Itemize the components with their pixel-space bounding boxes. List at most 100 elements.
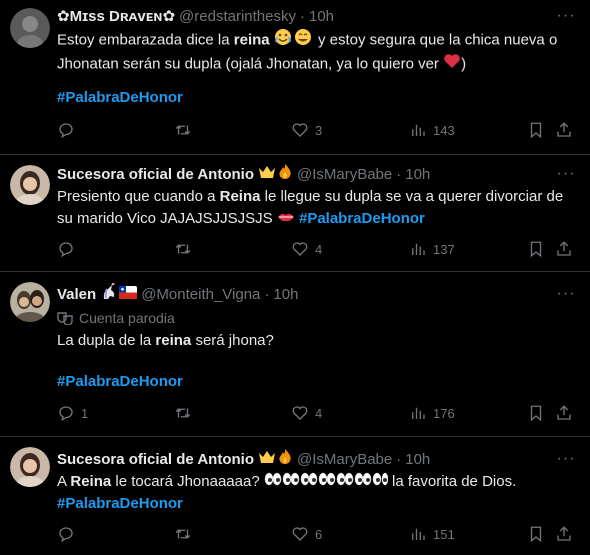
tweet-actions: 4 137 [57,239,577,259]
reply-icon [59,527,73,543]
fire-emoji-icon [277,163,293,185]
bookmark-icon [530,241,542,258]
tweet-text: Presiento que cuando a Reina le llegue s… [57,186,577,230]
reply-icon [59,242,73,258]
retweet-icon [175,408,191,418]
share-button[interactable] [555,239,573,259]
tweet-text: La dupla de la reina será jhona? [57,330,577,352]
timestamp[interactable]: 10h [405,451,430,468]
display-name[interactable]: Valen [57,286,96,303]
views-icon [412,243,425,255]
hashtag-link[interactable]: #PalabraDeHonor [299,210,425,227]
share-icon [557,526,571,541]
display-name[interactable]: Sucesora oficial de Antonio [57,451,254,468]
red-heart-emoji-icon [443,53,461,76]
views-icon [412,528,425,540]
text-segment: La dupla de la [57,332,156,349]
user-handle[interactable]: @Monteith_Vigna [141,286,260,303]
view-count: 151 [433,526,455,542]
like-icon [292,406,308,420]
bookmark-icon [530,405,542,422]
hashtag-link[interactable]: #PalabraDeHonor [57,89,183,106]
timestamp[interactable]: 10h [309,8,334,25]
avatar[interactable] [10,447,50,487]
hashtag-link[interactable]: #PalabraDeHonor [57,495,183,512]
tweet-actions: 1 4 176 [57,403,577,423]
tweet[interactable]: Sucesora oficial de Antonio @IsMaryBabe … [0,437,590,555]
unicorn-emoji-icon [100,282,118,305]
more-icon[interactable]: ··· [556,449,576,469]
separator-dot: · [396,165,402,183]
share-button[interactable] [555,403,573,423]
more-icon[interactable]: ··· [556,6,576,26]
retweet-icon [175,529,191,539]
reply-count: 1 [81,405,89,421]
tweet[interactable]: Valen @Monteith_Vigna · 10h ··· Cuenta p… [0,272,590,437]
text-highlight: reina [233,31,270,49]
avatar[interactable] [10,8,50,48]
bookmark-icon [530,526,542,543]
views-button[interactable]: 151 [409,524,455,544]
like-button[interactable]: 6 [291,524,322,544]
view-count: 176 [433,405,455,421]
reply-button[interactable] [57,524,81,544]
tweet-header: Sucesora oficial de Antonio @IsMaryBabe … [57,164,430,184]
avatar[interactable] [10,165,50,205]
parody-label: Cuenta parodia [57,308,175,328]
user-handle[interactable]: @IsMaryBabe [297,451,392,468]
reply-button[interactable] [57,239,81,259]
tweet[interactable]: ✿Mɪss Dʀᴀᴠᴇɴ✿ @redstarinthesky · 10h ···… [0,0,590,155]
tweet[interactable]: Sucesora oficial de Antonio @IsMaryBabe … [0,155,590,272]
more-icon[interactable]: ··· [556,284,576,304]
bookmark-button[interactable] [527,239,545,259]
reply-icon [59,406,73,422]
like-icon [292,527,308,541]
fire-emoji-icon [277,448,293,470]
share-button[interactable] [555,524,573,544]
reply-button[interactable] [57,120,81,140]
text-segment: Presiento que cuando a [57,188,220,205]
separator-dot: · [300,7,305,25]
retweet-button[interactable] [174,403,198,423]
like-button[interactable]: 4 [291,403,322,423]
bookmark-button[interactable] [527,403,545,423]
separator-dot: · [396,450,402,468]
lips-emoji-icon [277,208,295,230]
user-handle[interactable]: @IsMaryBabe [297,166,392,183]
more-icon[interactable]: ··· [556,164,576,184]
retweet-button[interactable] [174,239,198,259]
share-button[interactable] [555,120,573,140]
eyes-emoji-icon [264,471,389,493]
reply-button[interactable]: 1 [57,403,88,423]
hashtag-link[interactable]: #PalabraDeHonor [57,373,183,390]
user-handle[interactable]: @redstarinthesky [179,8,296,25]
tweet-header: Valen @Monteith_Vigna · 10h [57,282,298,305]
bookmark-button[interactable] [527,120,545,140]
text-highlight: Reina [70,473,112,490]
like-count: 4 [315,405,323,421]
parody-text: Cuenta parodia [79,310,175,326]
view-count: 137 [433,241,455,257]
like-button[interactable]: 4 [291,239,322,259]
views-icon [412,407,425,419]
timestamp[interactable]: 10h [405,166,430,183]
display-name[interactable]: Sucesora oficial de Antonio [57,166,254,183]
views-button[interactable]: 143 [409,120,455,140]
view-count: 143 [433,122,455,138]
views-button[interactable]: 176 [409,403,455,423]
like-button[interactable]: 3 [291,120,322,140]
timestamp[interactable]: 10h [273,286,298,303]
retweet-icon [175,244,191,254]
chile-flag-icon [119,285,138,303]
views-button[interactable]: 137 [409,239,455,259]
retweet-button[interactable] [174,524,198,544]
display-name[interactable]: ✿Mɪss Dʀᴀᴠᴇɴ✿ [57,7,175,25]
bookmark-button[interactable] [527,524,545,544]
retweet-button[interactable] [174,120,198,140]
tweet-header: Sucesora oficial de Antonio @IsMaryBabe … [57,449,430,469]
like-icon [292,242,308,256]
avatar[interactable] [10,282,50,322]
tweet-header: ✿Mɪss Dʀᴀᴠᴇɴ✿ @redstarinthesky · 10h [57,6,334,26]
text-highlight: Reina [219,188,261,205]
reply-icon [59,123,73,139]
